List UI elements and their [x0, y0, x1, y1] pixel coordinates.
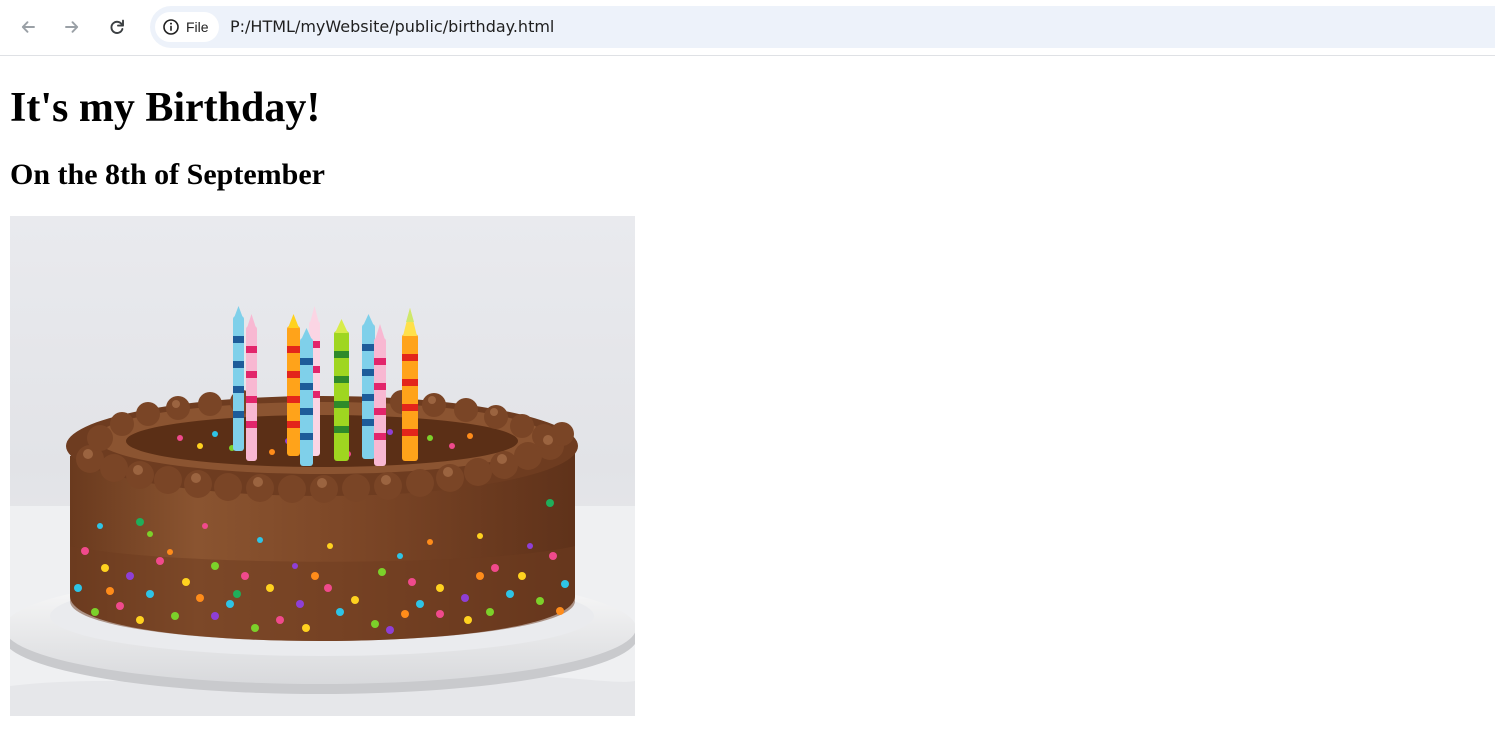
info-circle-icon	[163, 19, 179, 35]
candle	[233, 306, 244, 451]
candle	[362, 314, 375, 459]
page-title: It's my Birthday!	[10, 85, 321, 131]
candle	[374, 324, 386, 466]
arrow-right-icon	[65, 21, 79, 33]
candle	[246, 314, 257, 461]
candle	[287, 314, 300, 456]
back-button[interactable]	[10, 9, 46, 45]
reload-button[interactable]	[99, 9, 135, 45]
page-subtitle: On the 8th of September	[10, 158, 325, 191]
url-text[interactable]: P:/HTML/myWebsite/public/birthday.html	[230, 17, 554, 36]
reload-icon	[110, 19, 124, 34]
birthday-cake-image	[10, 216, 635, 716]
browser-toolbar: File P:/HTML/myWebsite/public/birthday.h…	[0, 0, 1495, 56]
candle	[402, 308, 418, 461]
candle	[300, 328, 313, 466]
page-content: It's my Birthday! On the 8th of Septembe…	[0, 57, 1495, 729]
forward-button[interactable]	[54, 9, 90, 45]
site-info-chip[interactable]: File	[155, 12, 219, 42]
address-bar[interactable]: File P:/HTML/myWebsite/public/birthday.h…	[150, 6, 1495, 48]
site-chip-label: File	[186, 19, 209, 35]
arrow-left-icon	[21, 21, 35, 33]
candle	[334, 319, 349, 461]
